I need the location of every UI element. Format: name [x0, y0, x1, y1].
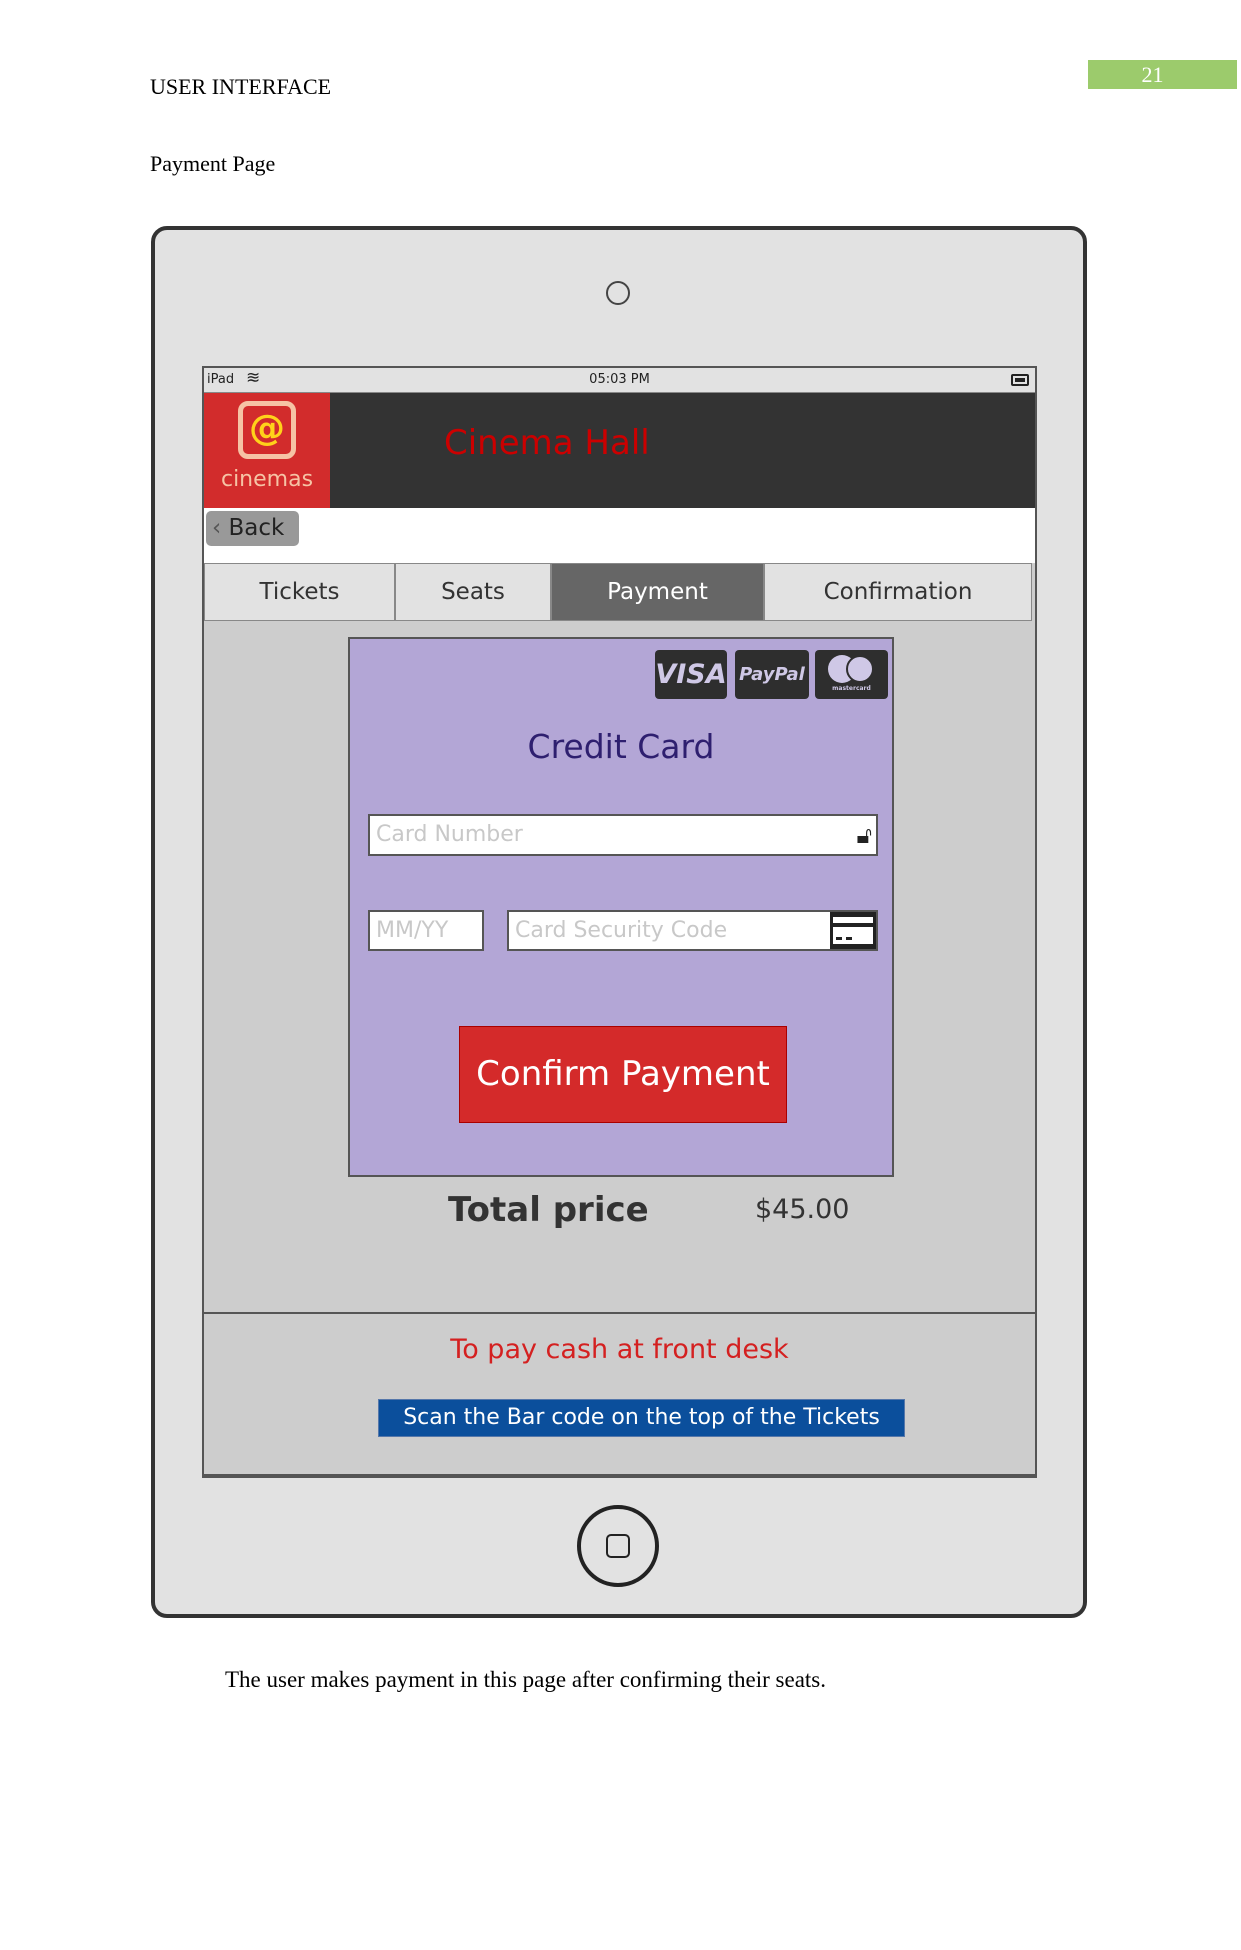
nav-bar: ‹ Back — [204, 508, 1035, 563]
visa-icon: VISA — [655, 650, 727, 699]
expiry-input[interactable]: MM/YY — [368, 910, 484, 951]
cash-payment-section: To pay cash at front desk Scan the Bar c… — [204, 1312, 1035, 1476]
app-title: Cinema Hall — [444, 423, 650, 463]
status-time: 05:03 PM — [589, 372, 650, 387]
page-number: 21 — [1088, 60, 1237, 89]
chevron-left-icon: ‹ — [212, 515, 229, 541]
unlock-icon: 🔓︎ — [856, 821, 872, 849]
card-security-code-input[interactable]: Card Security Code — [507, 910, 878, 951]
pay-cash-text: To pay cash at front desk — [450, 1334, 789, 1365]
paypal-icon: PayPal — [735, 650, 809, 699]
step-tabs: Tickets Seats Payment Confirmation — [204, 563, 1032, 621]
device-screen: iPad ≋ 05:03 PM @ cinemas Cinema Hall ‹ … — [202, 366, 1037, 1478]
total-price-value: $45.00 — [755, 1194, 850, 1225]
csc-placeholder: Card Security Code — [515, 918, 728, 943]
camera-icon — [606, 281, 630, 305]
back-button[interactable]: ‹ Back — [206, 511, 299, 546]
status-bar: iPad ≋ 05:03 PM — [204, 368, 1035, 393]
home-button[interactable] — [577, 1505, 659, 1587]
caption: The user makes payment in this page afte… — [225, 1667, 826, 1692]
confirm-payment-button[interactable]: Confirm Payment — [459, 1026, 787, 1123]
tab-tickets[interactable]: Tickets — [204, 563, 395, 621]
logo-text: cinemas — [220, 467, 314, 492]
tab-payment[interactable]: Payment — [551, 563, 764, 621]
section-title: Payment Page — [150, 151, 276, 176]
tab-confirmation[interactable]: Confirmation — [764, 563, 1032, 621]
total-price-label: Total price — [448, 1190, 649, 1230]
card-number-placeholder: Card Number — [376, 822, 523, 847]
at-icon: @ — [238, 401, 296, 459]
credit-card-icon — [830, 912, 876, 949]
home-square-icon — [606, 1534, 630, 1558]
back-label: Back — [228, 515, 285, 541]
credit-card-title: Credit Card — [527, 727, 715, 766]
scan-barcode-banner: Scan the Bar code on the top of the Tick… — [378, 1399, 905, 1437]
app-header: @ cinemas Cinema Hall — [204, 393, 1035, 508]
battery-icon — [1011, 374, 1029, 386]
cinemas-logo[interactable]: @ cinemas — [204, 393, 330, 508]
credit-card-panel: VISA PayPal mastercard Credit Card Card … — [348, 637, 894, 1177]
tab-seats[interactable]: Seats — [395, 563, 551, 621]
mastercard-icon: mastercard — [815, 650, 888, 699]
document-header: USER INTERFACE — [150, 74, 332, 99]
card-number-input[interactable]: Card Number 🔓︎ — [368, 814, 878, 856]
